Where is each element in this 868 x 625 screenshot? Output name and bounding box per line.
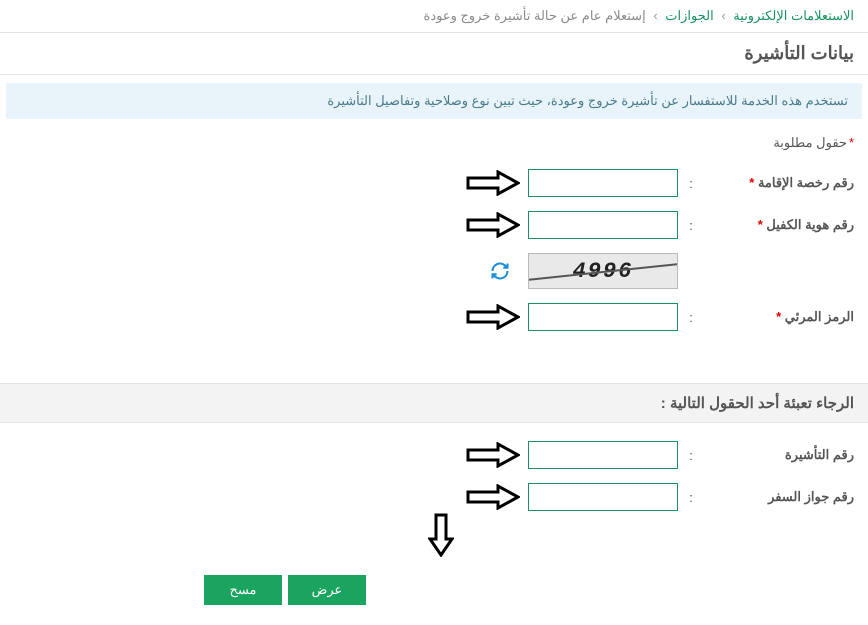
row-visa: رقم التأشيرة : xyxy=(14,441,854,469)
sub-section-title: الرجاء تعبئة أحد الحقول التالية : xyxy=(0,383,868,423)
row-captcha-input: الرمز المرئي * : xyxy=(14,303,854,331)
colon: : xyxy=(686,448,696,463)
required-star-icon: * xyxy=(849,135,854,150)
breadcrumb-link-eservices[interactable]: الاستعلامات الإلكترونية xyxy=(733,8,854,23)
label-passport: رقم جواز السفر xyxy=(704,489,854,505)
required-star-icon: * xyxy=(776,309,781,324)
button-bar: عرض مسح xyxy=(14,575,854,605)
info-bar: تستخدم هذه الخدمة للاستفسار عن تأشيرة خر… xyxy=(6,83,862,119)
arrow-right-icon xyxy=(466,304,520,330)
passport-input[interactable] xyxy=(528,483,678,511)
visa-input[interactable] xyxy=(528,441,678,469)
clear-button[interactable]: مسح xyxy=(204,575,282,605)
page-title: بيانات التأشيرة xyxy=(0,33,868,75)
captcha-input[interactable] xyxy=(528,303,678,331)
form-required: رقم رخصة الإقامة * : رقم هوية الكفيل * : xyxy=(0,165,868,365)
label-captcha: الرمز المرئي * xyxy=(704,309,854,325)
label-iqama: رقم رخصة الإقامة * xyxy=(704,175,854,191)
breadcrumb-link-passports[interactable]: الجوازات xyxy=(665,8,713,23)
required-star-icon: * xyxy=(749,175,754,190)
colon: : xyxy=(686,218,696,233)
required-star-icon: * xyxy=(758,217,763,232)
arrow-right-icon xyxy=(466,442,520,468)
refresh-captcha-icon[interactable] xyxy=(488,259,512,283)
row-iqama: رقم رخصة الإقامة * : xyxy=(14,169,854,197)
arrow-right-icon xyxy=(466,484,520,510)
arrow-right-icon xyxy=(466,212,520,238)
label-sponsor: رقم هوية الكفيل * xyxy=(704,217,854,233)
row-captcha-image: 4996 xyxy=(14,253,854,289)
breadcrumb-sep: › xyxy=(721,8,725,23)
row-sponsor: رقم هوية الكفيل * : xyxy=(14,211,854,239)
colon: : xyxy=(686,490,696,505)
required-fields-note: *حقول مطلوبة xyxy=(0,127,868,165)
arrow-right-icon xyxy=(466,170,520,196)
colon xyxy=(686,264,696,279)
sponsor-input[interactable] xyxy=(528,211,678,239)
breadcrumb: الاستعلامات الإلكترونية › الجوازات › إست… xyxy=(0,0,868,33)
view-button[interactable]: عرض xyxy=(288,575,366,605)
colon: : xyxy=(686,176,696,191)
breadcrumb-current: إستعلام عام عن حالة تأشيرة خروج وعودة xyxy=(424,8,646,23)
row-passport: رقم جواز السفر : xyxy=(14,483,854,511)
colon: : xyxy=(686,310,696,325)
breadcrumb-sep: › xyxy=(653,8,657,23)
captcha-image: 4996 xyxy=(528,253,678,289)
form-optional: رقم التأشيرة : رقم جواز السفر : xyxy=(0,423,868,625)
label-visa: رقم التأشيرة xyxy=(704,447,854,463)
iqama-input[interactable] xyxy=(528,169,678,197)
arrow-down-icon xyxy=(428,513,454,557)
